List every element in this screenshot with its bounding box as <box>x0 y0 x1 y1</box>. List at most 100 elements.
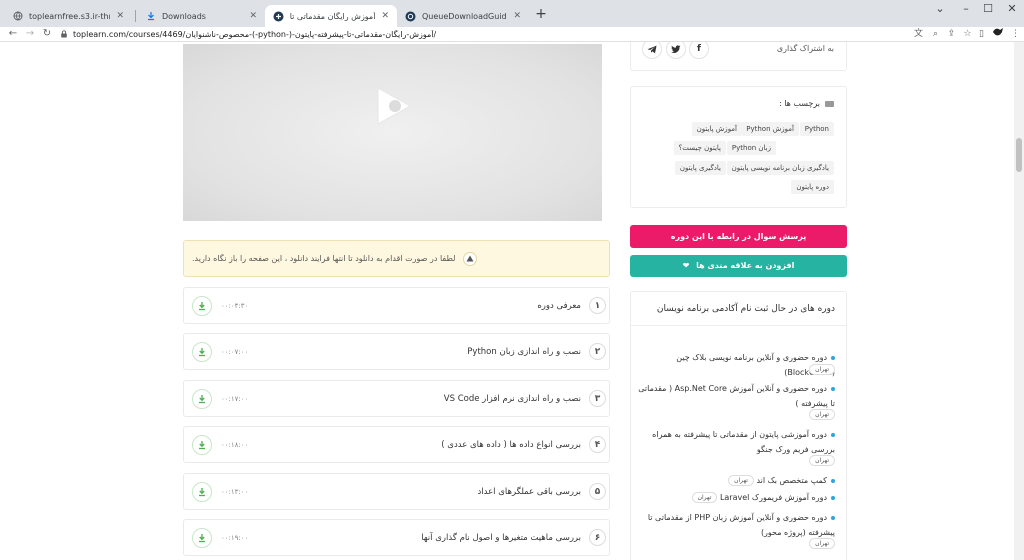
lesson-item[interactable]: ۱ معرفی دوره ۰۰:۰۴:۳۰ <box>183 287 610 324</box>
course-link[interactable]: دوره آموزش فریمورک Laravel تهران <box>635 490 835 505</box>
lesson-item[interactable]: ۲ نصب و راه اندازی زبان Python ۰۰:۰۷:۰۰ <box>183 333 610 370</box>
lesson-item[interactable]: ۶ بررسی ماهیت متغیرها و اصول نام گذاری آ… <box>183 519 610 556</box>
scrollbar-thumb[interactable] <box>1016 138 1022 172</box>
tag-chip[interactable]: آموزش Python <box>741 122 799 136</box>
lesson-duration: ۰۰:۰۴:۳۰ <box>221 302 249 310</box>
download-button[interactable] <box>192 528 212 548</box>
browser-tab-3-active[interactable]: آموزش رایگان مقدماتی تا پیشرفته پا ✕ <box>265 5 397 27</box>
video-player[interactable] <box>183 44 602 221</box>
side-panel-icon[interactable]: ▯ <box>975 27 988 41</box>
tab-title: QueueDownloadGuide.pdf <box>422 11 507 21</box>
lesson-duration: ۰۰:۱۷:۰۰ <box>221 395 249 403</box>
download-icon <box>145 11 156 22</box>
city-label: تهران <box>809 364 835 375</box>
download-arrow-icon <box>199 302 205 311</box>
courses-heading: دوره های در حال ثبت نام آکادمی برنامه نو… <box>656 304 835 314</box>
lesson-title[interactable]: نصب و راه اندازی نرم افزار VS Code <box>444 394 581 404</box>
lesson-number: ۳ <box>589 390 606 407</box>
close-icon[interactable]: ✕ <box>249 11 257 21</box>
lesson-item[interactable]: ۳ نصب و راه اندازی نرم افزار VS Code ۰۰:… <box>183 380 610 417</box>
course-title: کمپ متخصص بک اند <box>756 476 827 485</box>
tab-title: آموزش رایگان مقدماتی تا پیشرفته پا <box>290 11 376 21</box>
back-icon[interactable]: ← <box>6 27 20 41</box>
close-icon[interactable]: ✕ <box>381 11 389 21</box>
close-icon[interactable]: ✕ <box>116 11 124 21</box>
address-bar[interactable]: toplearn.com/courses/4469/محصوص-ناشنوایا… <box>60 28 905 40</box>
download-notice: لطفا در صورت اقدام به دانلود تا انتها فر… <box>183 240 610 277</box>
download-button[interactable] <box>192 435 212 455</box>
telegram-icon[interactable] <box>642 42 662 59</box>
download-button[interactable] <box>192 482 212 502</box>
share-label: به اشتراک گذاری <box>776 44 834 53</box>
translate-icon[interactable]: 文 <box>912 27 925 41</box>
toplearn-icon <box>273 11 284 22</box>
add-favorite-label: افزودن به علاقه مندی ها <box>696 261 795 270</box>
download-arrow-icon <box>199 441 205 450</box>
tab-search-icon[interactable]: ⌄ <box>930 2 950 16</box>
download-button[interactable] <box>192 389 212 409</box>
download-arrow-icon <box>199 348 205 357</box>
course-title: دوره حضوری و آنلاین آموزش زبان PHP از مق… <box>647 513 835 537</box>
share-icon[interactable]: ⇪ <box>945 27 958 41</box>
warning-icon <box>463 251 478 266</box>
new-tab-button[interactable]: + <box>534 6 548 22</box>
page-scrollbar[interactable] <box>1014 42 1024 560</box>
lesson-title[interactable]: بررسی ماهیت متغیرها و اصول نام گذاری آنه… <box>421 533 581 543</box>
minimize-icon[interactable]: – <box>956 2 976 16</box>
close-icon[interactable]: ✕ <box>513 11 521 21</box>
lesson-title[interactable]: بررسی باقی عملگرهای اعداد <box>477 487 581 497</box>
city-badge: تهران <box>809 364 835 375</box>
close-window-icon[interactable]: ✕ <box>1002 2 1022 16</box>
zoom-icon[interactable]: ⌕ <box>929 27 942 41</box>
city-label: تهران <box>809 455 835 466</box>
browser-tab-1[interactable]: toplearnfree.s3.ir-thr-at1.arvanst ✕ <box>4 5 132 27</box>
tab-title: Downloads <box>162 11 206 21</box>
tag-chip[interactable]: یادگیری زبان برنامه نویسی پایتون <box>726 161 834 175</box>
download-button[interactable] <box>192 296 212 316</box>
tag-chip[interactable]: دوره پایتون <box>791 180 834 194</box>
download-button[interactable] <box>192 342 212 362</box>
course-link[interactable]: دوره حضوری و آنلاین آموزش Asp.Net Core (… <box>635 381 835 411</box>
course-link[interactable]: دوره آموزشی پایتون از مقدماتی تا پیشرفته… <box>635 427 835 457</box>
notice-text: لطفا در صورت اقدام به دانلود تا انتها فر… <box>192 254 456 263</box>
lock-icon <box>60 30 68 38</box>
course-link[interactable]: دوره حضوری و آنلاین برنامه نویسی بلاک چی… <box>635 350 835 380</box>
tag-chip[interactable]: Python <box>799 122 834 136</box>
browser-tab-4[interactable]: QueueDownloadGuide.pdf ✕ <box>397 5 529 27</box>
bullet-icon <box>831 515 835 520</box>
globe-icon <box>12 11 23 22</box>
browser-tab-2[interactable]: Downloads ✕ <box>137 5 265 27</box>
extension-icon[interactable] <box>991 27 1004 41</box>
forward-icon[interactable]: → <box>23 27 37 41</box>
play-icon[interactable] <box>374 84 414 128</box>
lesson-item[interactable]: ۴ بررسی انواع داده ها ( داده های عددی ) … <box>183 426 610 463</box>
twitter-icon[interactable] <box>666 42 686 59</box>
lesson-title[interactable]: معرفی دوره <box>537 301 581 311</box>
ask-question-button[interactable]: پرسش سوال در رابطه با این دوره <box>630 225 847 248</box>
lesson-title[interactable]: نصب و راه اندازی زبان Python <box>467 347 581 357</box>
course-link[interactable]: دوره حضوری و آنلاین آموزش زبان PHP از مق… <box>635 510 835 540</box>
maximize-icon[interactable]: ☐ <box>978 2 998 16</box>
bookmark-star-icon[interactable]: ☆ <box>961 27 974 41</box>
tag-chip[interactable]: آموزش پایتون <box>691 122 742 136</box>
city-badge: تهران <box>809 538 835 549</box>
tag-chip[interactable]: زبان Python <box>726 141 776 155</box>
tag-chip[interactable]: پایتون چیست؟ <box>673 141 726 155</box>
tag-chip[interactable]: یادگیری پایتون <box>674 161 726 175</box>
share-card: به اشتراک گذاری f <box>630 42 847 71</box>
add-favorite-button[interactable]: افزودن به علاقه مندی ها ❤ <box>630 255 847 277</box>
menu-kebab-icon[interactable]: ⋮ <box>1009 27 1022 41</box>
lesson-item[interactable]: ۵ بررسی باقی عملگرهای اعداد ۰۰:۱۳:۰۰ <box>183 473 610 510</box>
facebook-icon[interactable]: f <box>689 42 709 59</box>
lesson-title[interactable]: بررسی انواع داده ها ( داده های عددی ) <box>441 440 581 450</box>
city-label: تهران <box>809 538 835 549</box>
city-label: تهران <box>691 492 718 503</box>
web-page: لطفا در صورت اقدام به دانلود تا انتها فر… <box>0 42 1024 560</box>
course-link[interactable]: کمپ متخصص بک اند تهران <box>635 473 835 488</box>
city-badge: تهران <box>809 455 835 466</box>
tags-heading: برچسب ها : <box>779 99 834 108</box>
lesson-number: ۴ <box>589 436 606 453</box>
download-arrow-icon <box>199 395 205 404</box>
reload-icon[interactable]: ↻ <box>40 27 54 41</box>
url-text: toplearn.com/courses/4469/محصوص-ناشنوایا… <box>73 29 437 39</box>
